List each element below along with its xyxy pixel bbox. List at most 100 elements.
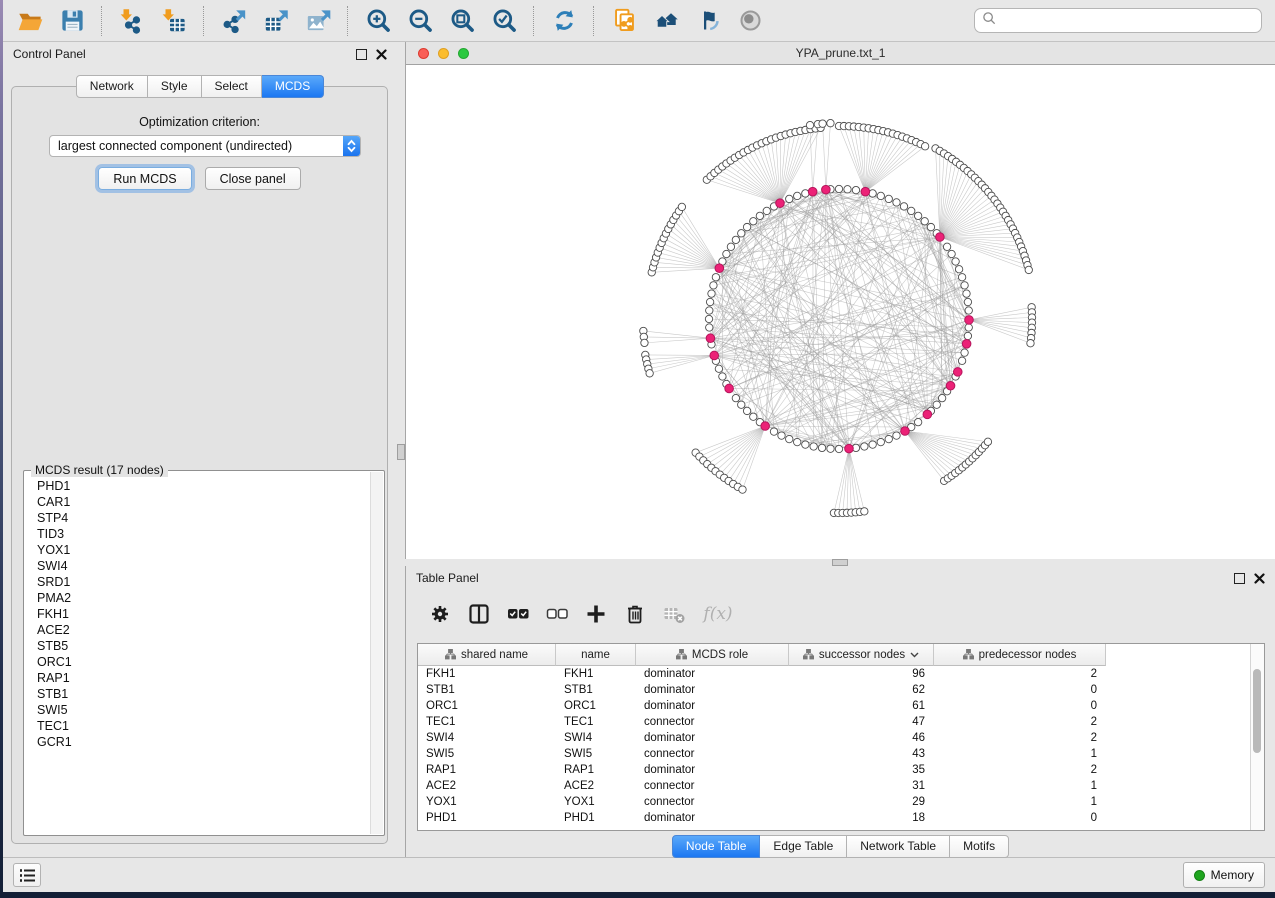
network-node[interactable] [984, 438, 991, 445]
mcds-result-item[interactable]: TEC1 [37, 718, 370, 734]
mcds-result-item[interactable]: FKH1 [37, 606, 370, 622]
mcds-hub-node[interactable] [901, 427, 910, 436]
mcds-result-item[interactable]: SRD1 [37, 574, 370, 590]
network-node[interactable] [706, 307, 713, 314]
network-node[interactable] [869, 441, 876, 448]
network-node[interactable] [739, 486, 746, 493]
zoom-fit-button[interactable] [443, 4, 481, 38]
dropdown-stepper-icon[interactable] [343, 136, 360, 156]
settings-button[interactable] [428, 602, 452, 626]
table-row[interactable]: TEC1TEC1connector472 [418, 714, 1264, 730]
network-node[interactable] [861, 508, 868, 515]
tab-network-table[interactable]: Network Table [847, 835, 950, 858]
network-node[interactable] [802, 441, 809, 448]
network-node[interactable] [844, 186, 851, 193]
column-header-predecessor-nodes[interactable]: predecessor nodes [934, 644, 1106, 666]
mcds-result-item[interactable]: SWI5 [37, 702, 370, 718]
mcds-hub-node[interactable] [923, 410, 932, 419]
network-node[interactable] [732, 394, 739, 401]
table-row[interactable]: STB1STB1dominator620 [418, 682, 1264, 698]
network-node[interactable] [719, 373, 726, 380]
tab-style[interactable]: Style [148, 75, 202, 98]
network-node[interactable] [806, 121, 813, 128]
network-node[interactable] [794, 192, 801, 199]
network-node[interactable] [893, 199, 900, 206]
mcds-result-item[interactable]: TID3 [37, 526, 370, 542]
table-row[interactable]: ACE2ACE2connector311 [418, 778, 1264, 794]
tab-network[interactable]: Network [76, 75, 148, 98]
network-node[interactable] [1027, 339, 1034, 346]
network-node[interactable] [763, 207, 770, 214]
refresh-button[interactable] [545, 4, 583, 38]
network-graph[interactable] [406, 65, 1275, 559]
network-node[interactable] [827, 445, 834, 452]
panel-menu-button[interactable] [13, 863, 41, 887]
network-node[interactable] [963, 290, 970, 297]
network-node[interactable] [710, 282, 717, 289]
open-button[interactable] [11, 4, 49, 38]
network-node[interactable] [738, 401, 745, 408]
mcds-result-item[interactable]: PHD1 [37, 478, 370, 494]
mcds-result-item[interactable]: YOX1 [37, 542, 370, 558]
float-panel-icon[interactable] [356, 49, 367, 60]
table-row[interactable]: YOX1YOX1connector291 [418, 794, 1264, 810]
select-all-button[interactable] [506, 602, 530, 626]
network-node[interactable] [750, 413, 757, 420]
table-row[interactable]: FKH1FKH1dominator962 [418, 666, 1264, 682]
table-scrollbar[interactable] [1250, 644, 1264, 830]
mcds-hub-node[interactable] [776, 199, 785, 208]
table-row[interactable]: RAP1RAP1dominator352 [418, 762, 1264, 778]
tab-select[interactable]: Select [202, 75, 262, 98]
mcds-result-item[interactable]: GCR1 [37, 734, 370, 750]
mcds-result-list[interactable]: PHD1CAR1STP4TID3YOX1SWI4SRD1PMA2FKH1ACE2… [24, 473, 370, 833]
mcds-result-item[interactable]: STB5 [37, 638, 370, 654]
network-node[interactable] [908, 207, 915, 214]
network-node[interactable] [965, 324, 972, 331]
network-node[interactable] [885, 435, 892, 442]
network-node[interactable] [965, 307, 972, 314]
mcds-hub-node[interactable] [761, 422, 770, 431]
network-node[interactable] [743, 223, 750, 230]
scrollbar-thumb[interactable] [1253, 669, 1261, 753]
network-node[interactable] [750, 218, 757, 225]
network-node[interactable] [835, 445, 842, 452]
import-network-button[interactable] [113, 4, 151, 38]
mcds-hub-node[interactable] [936, 233, 945, 242]
search-input[interactable] [1002, 11, 1261, 31]
network-node[interactable] [885, 195, 892, 202]
mcds-result-item[interactable]: STB1 [37, 686, 370, 702]
home-button[interactable] [647, 4, 685, 38]
network-node[interactable] [827, 119, 834, 126]
network-node[interactable] [646, 370, 653, 377]
vertical-splitter[interactable] [397, 42, 405, 857]
network-node[interactable] [778, 432, 785, 439]
network-node[interactable] [943, 243, 950, 250]
mcds-hub-node[interactable] [725, 384, 734, 393]
network-node[interactable] [948, 250, 955, 257]
network-node[interactable] [732, 236, 739, 243]
mcds-hub-node[interactable] [845, 444, 854, 453]
network-node[interactable] [964, 332, 971, 339]
tab-motifs[interactable]: Motifs [950, 835, 1009, 858]
network-node[interactable] [743, 407, 750, 414]
column-header-shared-name[interactable]: shared name [418, 644, 556, 666]
network-node[interactable] [770, 428, 777, 435]
splitter-handle[interactable] [832, 559, 848, 566]
show-graphics-details-button[interactable] [731, 4, 769, 38]
mcds-hub-node[interactable] [861, 187, 870, 196]
network-node[interactable] [706, 298, 713, 305]
network-from-file-button[interactable] [605, 4, 643, 38]
network-node[interactable] [1025, 266, 1032, 273]
hide-graphics-details-button[interactable] [689, 4, 727, 38]
network-node[interactable] [914, 418, 921, 425]
network-node[interactable] [786, 435, 793, 442]
deselect-all-button[interactable] [545, 602, 569, 626]
close-panel-button[interactable]: Close panel [205, 167, 301, 190]
mcds-list-scrollbar[interactable] [370, 472, 383, 834]
column-header-MCDS-role[interactable]: MCDS role [636, 644, 789, 666]
network-node[interactable] [958, 274, 965, 281]
network-node[interactable] [921, 218, 928, 225]
network-node[interactable] [964, 298, 971, 305]
network-node[interactable] [914, 212, 921, 219]
float-panel-icon[interactable] [1234, 573, 1245, 584]
